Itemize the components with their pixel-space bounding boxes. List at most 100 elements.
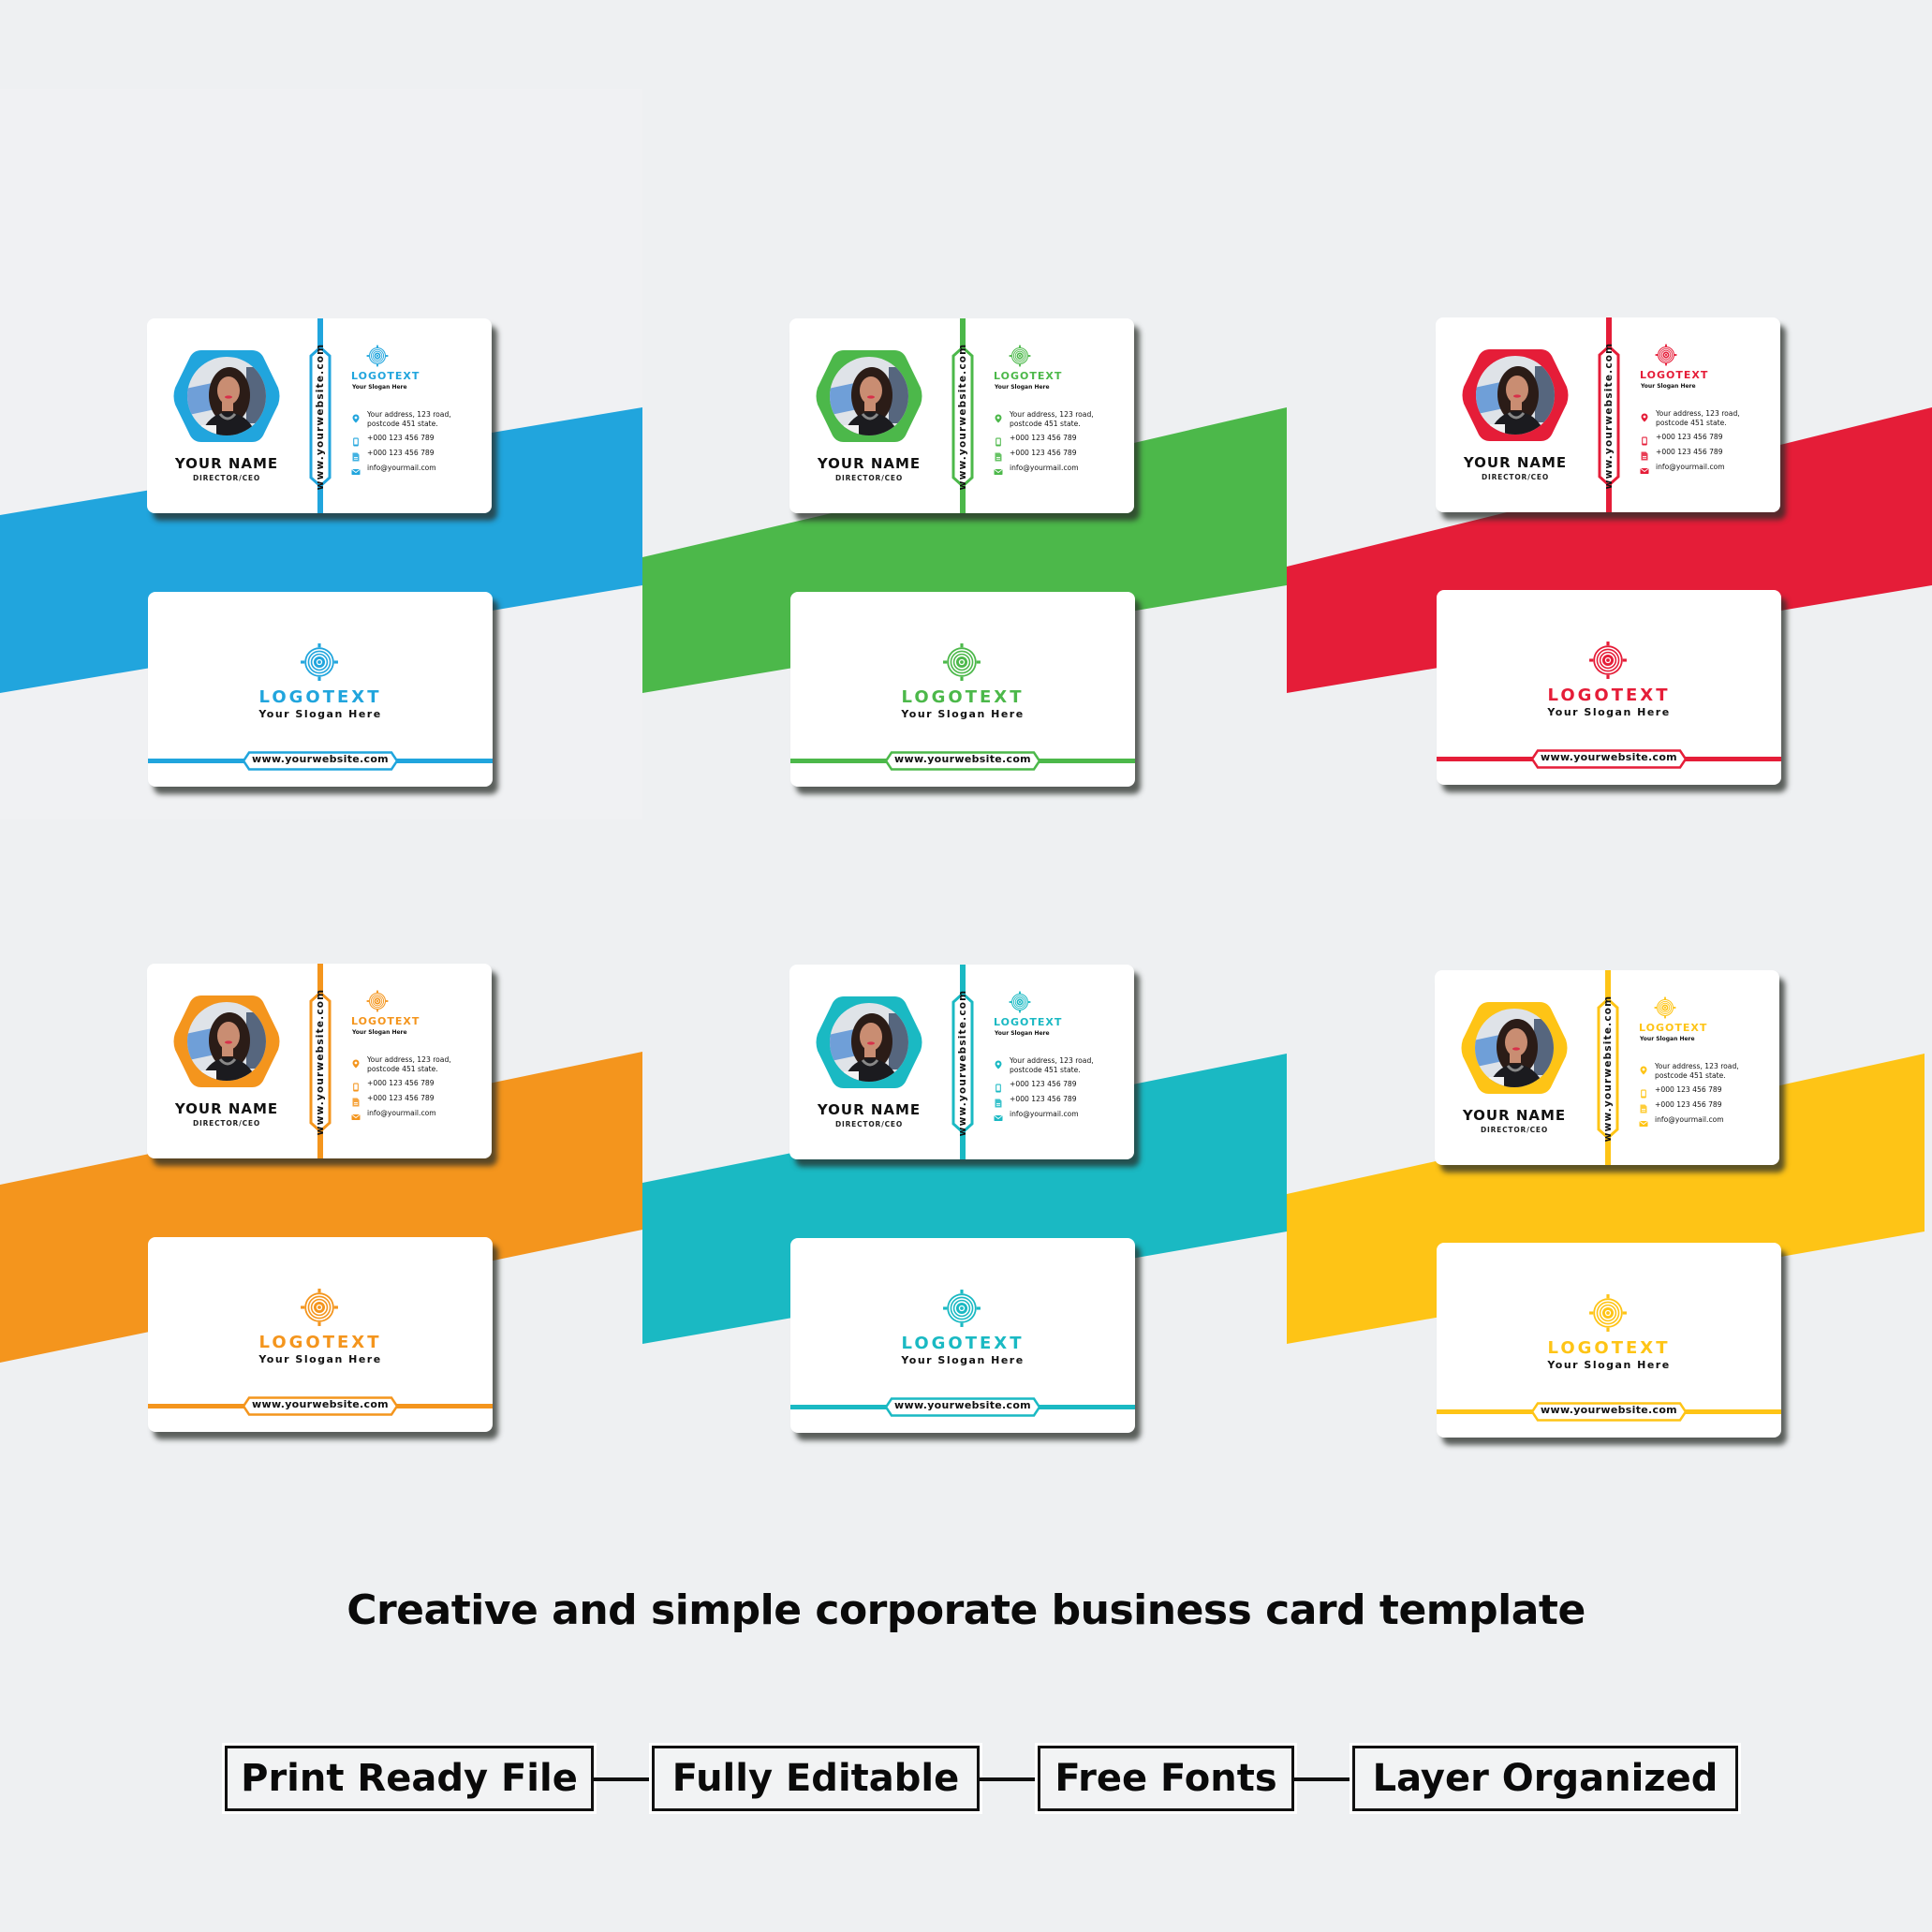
profile-photo-hexagon [1461, 1000, 1568, 1096]
contact-phone: +000 123 456 789 [351, 1079, 487, 1092]
feature-label: Layer Organized [1372, 1757, 1718, 1800]
map-pin-icon [351, 411, 361, 423]
profile-photo-hexagon [173, 994, 280, 1089]
website-text: www.yourwebsite.com [252, 1398, 389, 1410]
feature-label: Free Fonts [1054, 1757, 1277, 1800]
mobile-phone-icon [1640, 434, 1649, 446]
slogan-text: Your Slogan Here [995, 1030, 1050, 1037]
map-pin-icon [994, 1057, 1003, 1069]
contact-fax: +000 123 456 789 [1639, 1100, 1775, 1113]
logo-text: LOGOTEXT [351, 1015, 420, 1027]
website-vertical-text: www.yourwebsite.com [957, 343, 968, 491]
target-logo-icon [300, 642, 339, 682]
person-name: YOUR NAME [817, 1101, 922, 1118]
target-logo-icon [366, 345, 389, 367]
template-panel-orange: YOUR NAME DIRECTOR/CEO www.yourwebsite.c… [0, 819, 642, 1494]
business-card-back: LOGOTEXT Your Slogan Here www.yourwebsit… [148, 1237, 493, 1432]
slogan-text: Your Slogan Here [995, 384, 1050, 391]
phone-text: +000 123 456 789 [1010, 434, 1077, 442]
logo-text: LOGOTEXT [994, 370, 1063, 382]
document-icon [1640, 449, 1649, 461]
address-text: Your address, 123 road, postcode 451 sta… [1010, 1056, 1094, 1074]
website-vertical-text: www.yourwebsite.com [315, 343, 326, 491]
phone-text: +000 123 456 789 [1655, 1085, 1722, 1094]
feature-label: Print Ready File [241, 1757, 578, 1800]
logo-text: LOGOTEXT [1640, 369, 1709, 381]
contact-fax: +000 123 456 789 [994, 449, 1129, 462]
profile-photo-hexagon [816, 995, 922, 1090]
contact-email: info@yourmail.com [994, 1110, 1129, 1121]
slogan-text: Your Slogan Here [901, 1354, 1025, 1366]
slogan-text: Your Slogan Here [352, 1029, 407, 1036]
contact-email: info@yourmail.com [1640, 463, 1776, 474]
contact-phone: +000 123 456 789 [1640, 433, 1776, 446]
feature-free-fonts: Free Fonts [1038, 1746, 1294, 1811]
template-panel-blue: YOUR NAME DIRECTOR/CEO www.yourwebsite.c… [0, 89, 642, 819]
envelope-icon [351, 465, 361, 475]
profile-photo-hexagon [173, 348, 280, 444]
business-card-front: YOUR NAME DIRECTOR/CEO www.yourwebsite.c… [147, 318, 492, 513]
address-text: Your address, 123 road, postcode 451 sta… [367, 1055, 451, 1073]
target-logo-icon [1654, 996, 1676, 1019]
slogan-text: Your Slogan Here [1547, 706, 1671, 718]
contact-email: info@yourmail.com [351, 1109, 487, 1120]
contact-address: Your address, 123 road, postcode 451 sta… [1640, 409, 1776, 428]
envelope-icon [1639, 1116, 1648, 1127]
website-text: www.yourwebsite.com [894, 753, 1031, 765]
website-text: www.yourwebsite.com [252, 753, 389, 765]
logo-text: LOGOTEXT [258, 1333, 382, 1352]
contact-address: Your address, 123 road, postcode 451 sta… [351, 1055, 487, 1074]
template-panel-teal: YOUR NAME DIRECTOR/CEO www.yourwebsite.c… [642, 819, 1287, 1494]
slogan-text: Your Slogan Here [258, 708, 382, 720]
contact-fax: +000 123 456 789 [351, 449, 487, 462]
map-pin-icon [351, 1056, 361, 1069]
contact-list: Your address, 123 road, postcode 451 sta… [351, 410, 487, 479]
business-card-back: LOGOTEXT Your Slogan Here www.yourwebsit… [790, 1238, 1135, 1433]
person-name: YOUR NAME [1463, 454, 1568, 471]
logo-text: LOGOTEXT [1547, 686, 1671, 705]
document-icon [351, 1095, 361, 1107]
envelope-icon [994, 465, 1003, 475]
document-icon [1639, 1101, 1648, 1113]
feature-print-ready: Print Ready File [225, 1746, 594, 1811]
person-role: DIRECTOR/CEO [834, 1120, 904, 1128]
envelope-icon [994, 1111, 1003, 1121]
slogan-text: Your Slogan Here [1640, 1036, 1695, 1042]
person-name: YOUR NAME [1462, 1107, 1567, 1124]
phone-text: +000 123 456 789 [1010, 1080, 1077, 1088]
person-role: DIRECTOR/CEO [1481, 473, 1550, 481]
person-role: DIRECTOR/CEO [1480, 1126, 1549, 1134]
address-text: Your address, 123 road, postcode 451 sta… [367, 410, 451, 428]
contact-fax: +000 123 456 789 [1640, 448, 1776, 461]
map-pin-icon [1639, 1063, 1648, 1075]
email-text: info@yourmail.com [1010, 1110, 1079, 1118]
phone-text: +000 123 456 789 [367, 1079, 435, 1087]
target-logo-icon [300, 1288, 339, 1327]
website-vertical-text: www.yourwebsite.com [957, 989, 968, 1137]
person-name: YOUR NAME [174, 455, 279, 472]
feature-label: Fully Editable [671, 1757, 960, 1800]
business-card-back: LOGOTEXT Your Slogan Here www.yourwebsit… [1437, 590, 1781, 785]
template-panel-green: YOUR NAME DIRECTOR/CEO www.yourwebsite.c… [642, 89, 1287, 819]
document-icon [351, 450, 361, 462]
slogan-text: Your Slogan Here [901, 708, 1025, 720]
document-icon [994, 1096, 1003, 1108]
logo-text: LOGOTEXT [901, 687, 1025, 707]
mobile-phone-icon [1639, 1086, 1648, 1099]
headline-title: Creative and simple corporate business c… [347, 1586, 1585, 1634]
mobile-phone-icon [351, 435, 361, 447]
map-pin-icon [1640, 410, 1649, 422]
address-text: Your address, 123 road, postcode 451 sta… [1010, 410, 1094, 428]
contact-list: Your address, 123 road, postcode 451 sta… [1639, 1062, 1775, 1130]
website-text: www.yourwebsite.com [1541, 1404, 1677, 1416]
fax-text: +000 123 456 789 [1010, 1095, 1077, 1103]
contact-address: Your address, 123 road, postcode 451 sta… [994, 410, 1129, 429]
logo-text: LOGOTEXT [1547, 1338, 1671, 1358]
contact-address: Your address, 123 road, postcode 451 sta… [994, 1056, 1129, 1075]
contact-phone: +000 123 456 789 [994, 1080, 1129, 1093]
slogan-text: Your Slogan Here [258, 1353, 382, 1365]
connector-line [594, 1777, 652, 1781]
slogan-text: Your Slogan Here [1641, 383, 1696, 390]
target-logo-icon [1588, 641, 1628, 680]
envelope-icon [351, 1110, 361, 1120]
